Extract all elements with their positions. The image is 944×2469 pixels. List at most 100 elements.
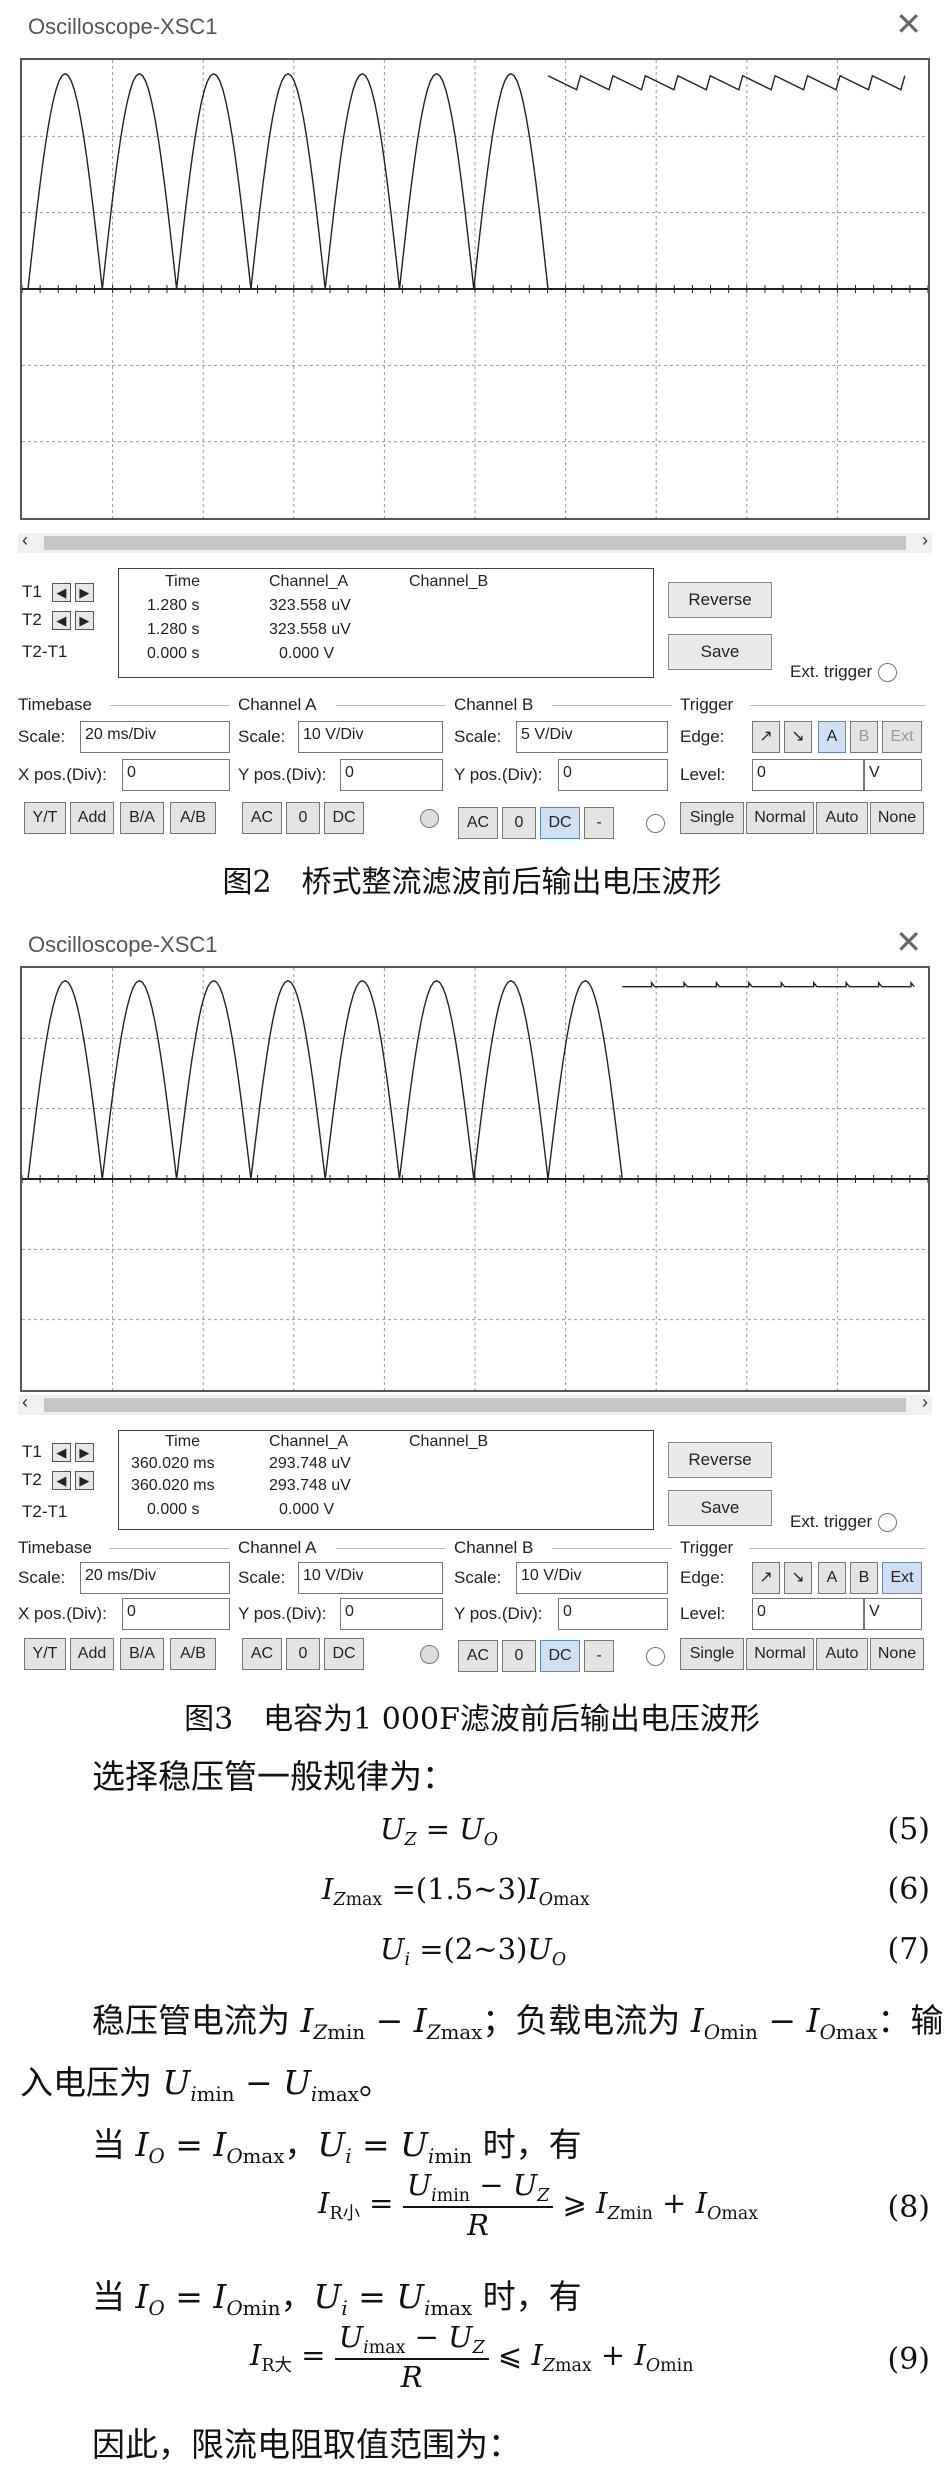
ba-button[interactable]: B/A <box>120 802 164 834</box>
ext-trigger-radio[interactable] <box>878 1513 898 1533</box>
yt-button[interactable]: Y/T <box>24 1638 66 1670</box>
single-button[interactable]: Single <box>680 1638 744 1670</box>
reverse-button[interactable]: Reverse <box>668 582 772 618</box>
auto-button[interactable]: Auto <box>816 1638 868 1670</box>
timebase-scale-input[interactable]: 20 ms/Div <box>80 1562 230 1594</box>
channel-b-scale-input[interactable]: 10 V/Div <box>516 1562 668 1594</box>
channel-a-radio[interactable] <box>420 809 439 828</box>
equation-number-5: (5) <box>887 1812 931 1847</box>
channel-a-dc-button[interactable]: DC <box>324 802 364 834</box>
trigger-a-button[interactable]: A <box>818 1562 846 1594</box>
level-unit-select[interactable]: V <box>864 759 922 791</box>
add-button[interactable]: Add <box>70 802 114 834</box>
channel-b-ac-button[interactable]: AC <box>458 1640 498 1672</box>
channel-a-dc-button[interactable]: DC <box>324 1638 364 1670</box>
horizontal-scrollbar[interactable]: ‹ › <box>18 1392 932 1415</box>
normal-button[interactable]: Normal <box>746 802 814 834</box>
edge-falling-button[interactable]: ↘ <box>784 1562 812 1594</box>
t2-time: 1.280 s <box>147 621 200 638</box>
edge-rising-button[interactable]: ↗ <box>752 721 780 753</box>
single-button[interactable]: Single <box>680 802 744 834</box>
arrow-right-icon[interactable]: ▶ <box>74 1442 94 1462</box>
trigger-ext-button[interactable]: Ext <box>882 1562 922 1594</box>
timebase-scale-input[interactable]: 20 ms/Div <box>80 721 230 753</box>
scale-label: Scale: <box>454 1568 502 1587</box>
add-button[interactable]: Add <box>70 1638 114 1670</box>
channel-a-ypos-input[interactable]: 0 <box>340 759 443 791</box>
arrow-right-icon[interactable]: ▶ <box>74 610 94 630</box>
equation-number-6: (6) <box>887 1872 931 1907</box>
channel-b-zero-button[interactable]: 0 <box>502 1640 536 1672</box>
scroll-right-icon[interactable]: › <box>922 1392 928 1413</box>
channel-b-ac-button[interactable]: AC <box>458 807 498 839</box>
timebase-xpos-input[interactable]: 0 <box>122 759 230 791</box>
scroll-left-icon[interactable]: ‹ <box>22 1392 28 1413</box>
channel-b-dc-button[interactable]: DC <box>540 1640 580 1672</box>
ext-trigger-radio[interactable] <box>878 663 898 683</box>
ab-button[interactable]: A/B <box>170 1638 216 1670</box>
channel-a-zero-button[interactable]: 0 <box>286 802 320 834</box>
ab-button[interactable]: A/B <box>170 802 216 834</box>
save-button[interactable]: Save <box>668 634 772 670</box>
ba-button[interactable]: B/A <box>120 1638 164 1670</box>
arrow-left-icon[interactable]: ◀ <box>51 582 71 602</box>
level-input[interactable]: 0 <box>752 759 864 791</box>
level-unit-select[interactable]: V <box>864 1598 922 1630</box>
channel-a-ypos-input[interactable]: 0 <box>340 1598 443 1630</box>
save-button[interactable]: Save <box>668 1490 772 1526</box>
normal-button[interactable]: Normal <box>746 1638 814 1670</box>
channel-b-ypos-input[interactable]: 0 <box>558 759 668 791</box>
scroll-thumb[interactable] <box>44 536 906 550</box>
channel-b-scale-input[interactable]: 5 V/Div <box>516 721 668 753</box>
none-button[interactable]: None <box>870 802 924 834</box>
channel-a-scale-input[interactable]: 10 V/Div <box>298 1562 443 1594</box>
reverse-button[interactable]: Reverse <box>668 1442 772 1478</box>
edge-rising-button[interactable]: ↗ <box>752 1562 780 1594</box>
subscript-r-big: R大 <box>261 2356 292 2377</box>
none-button[interactable]: None <box>870 1638 924 1670</box>
channel-a-zero-button[interactable]: 0 <box>286 1638 320 1670</box>
arrow-left-icon[interactable]: ◀ <box>51 610 71 630</box>
channel-a-scale-input[interactable]: 10 V/Div <box>298 721 443 753</box>
ypos-label: Y pos.(Div): <box>238 765 327 784</box>
horizontal-scrollbar[interactable]: ‹ › <box>18 530 932 553</box>
auto-button[interactable]: Auto <box>816 802 868 834</box>
scroll-thumb[interactable] <box>44 1398 906 1412</box>
timebase-title: Timebase <box>18 1538 93 1557</box>
delta-channel-a: 0.000 V <box>279 1501 335 1518</box>
level-label: Level: <box>680 1604 726 1623</box>
close-icon[interactable]: ✕ <box>895 8 922 40</box>
level-input[interactable]: 0 <box>752 1598 864 1630</box>
channel-b-ypos-input[interactable]: 0 <box>558 1598 668 1630</box>
rectified-waveform <box>27 979 623 1180</box>
trigger-b-button[interactable]: B <box>850 721 878 753</box>
trigger-a-button[interactable]: A <box>818 721 846 753</box>
channel-b-radio[interactable] <box>646 814 665 833</box>
trigger-b-button[interactable]: B <box>850 1562 878 1594</box>
arrow-right-icon[interactable]: ▶ <box>74 582 94 602</box>
timebase-xpos-input[interactable]: 0 <box>122 1598 230 1630</box>
ext-trigger: Ext. trigger <box>790 1512 898 1533</box>
channel-a-ac-button[interactable]: AC <box>242 802 282 834</box>
edge-falling-button[interactable]: ↘ <box>784 721 812 753</box>
have-text: 时，有 <box>482 2277 582 2316</box>
channel-b-radio[interactable] <box>646 1647 665 1666</box>
channel-b-minus-button[interactable]: - <box>584 807 614 839</box>
arrow-left-icon[interactable]: ◀ <box>51 1442 71 1462</box>
scroll-left-icon[interactable]: ‹ <box>22 530 28 551</box>
channel-b-minus-button[interactable]: - <box>584 1640 614 1672</box>
close-icon[interactable]: ✕ <box>895 926 922 958</box>
channel-a-radio[interactable] <box>420 1645 439 1664</box>
channel-b-zero-button[interactable]: 0 <box>502 807 536 839</box>
arrow-left-icon[interactable]: ◀ <box>51 1470 71 1490</box>
timebase-panel: Timebase Scale: 20 ms/Div X pos.(Div): 0… <box>18 695 233 847</box>
yt-button[interactable]: Y/T <box>24 802 66 834</box>
condition-1: 当 IO = IOmax，Ui = Uimin 时，有 <box>92 2125 582 2168</box>
trigger-ext-button[interactable]: Ext <box>882 721 922 753</box>
channel-b-dc-button[interactable]: DC <box>540 807 580 839</box>
t1-time: 1.280 s <box>147 597 200 614</box>
arrow-right-icon[interactable]: ▶ <box>74 1470 94 1490</box>
channel-a-ac-button[interactable]: AC <box>242 1638 282 1670</box>
scroll-right-icon[interactable]: › <box>922 530 928 551</box>
channel-a-panel: Channel A Scale: 10 V/Div Y pos.(Div): 0… <box>238 1538 448 1690</box>
